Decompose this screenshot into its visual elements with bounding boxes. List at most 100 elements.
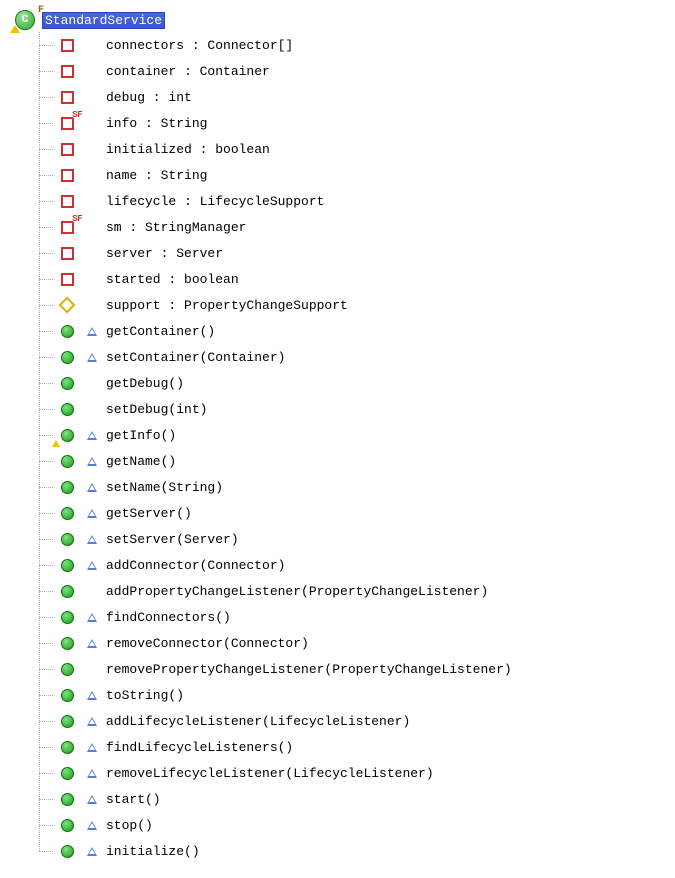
member-node[interactable]: start() bbox=[12, 786, 667, 812]
member-label: addConnector(Connector) bbox=[106, 558, 285, 573]
member-label: initialize() bbox=[106, 844, 200, 859]
default-field-icon bbox=[54, 295, 80, 315]
public-method-icon bbox=[54, 451, 80, 471]
member-node[interactable]: setServer(Server) bbox=[12, 526, 667, 552]
member-node[interactable]: lifecycle : LifecycleSupport bbox=[12, 188, 667, 214]
member-label: getName() bbox=[106, 454, 176, 469]
member-label: initialized : boolean bbox=[106, 142, 270, 157]
private-static-final-field-icon: SF bbox=[54, 217, 80, 237]
member-node[interactable]: setDebug(int) bbox=[12, 396, 667, 422]
member-label: getServer() bbox=[106, 506, 192, 521]
member-node[interactable]: getContainer() bbox=[12, 318, 667, 344]
member-label: lifecycle : LifecycleSupport bbox=[106, 194, 324, 209]
member-label: setContainer(Container) bbox=[106, 350, 285, 365]
private-field-icon bbox=[54, 61, 80, 81]
member-node[interactable]: name : String bbox=[12, 162, 667, 188]
override-marker-icon bbox=[84, 817, 100, 833]
private-field-icon bbox=[54, 191, 80, 211]
member-node[interactable]: initialized : boolean bbox=[12, 136, 667, 162]
override-marker-icon bbox=[84, 427, 100, 443]
member-label: findLifecycleListeners() bbox=[106, 740, 293, 755]
member-node[interactable]: server : Server bbox=[12, 240, 667, 266]
member-list: connectors : Connector[] container : Cont… bbox=[12, 32, 667, 864]
member-node[interactable]: SF sm : StringManager bbox=[12, 214, 667, 240]
member-node[interactable]: initialize() bbox=[12, 838, 667, 864]
member-label: started : boolean bbox=[106, 272, 239, 287]
member-node[interactable]: getInfo() bbox=[12, 422, 667, 448]
override-marker-icon bbox=[84, 349, 100, 365]
member-node[interactable]: addConnector(Connector) bbox=[12, 552, 667, 578]
public-method-icon bbox=[54, 711, 80, 731]
member-label: addPropertyChangeListener(PropertyChange… bbox=[106, 584, 488, 599]
member-label: removePropertyChangeListener(PropertyCha… bbox=[106, 662, 512, 677]
member-label: server : Server bbox=[106, 246, 223, 261]
member-label: setDebug(int) bbox=[106, 402, 207, 417]
public-method-icon bbox=[54, 503, 80, 523]
override-marker-icon bbox=[84, 323, 100, 339]
member-label: sm : StringManager bbox=[106, 220, 246, 235]
member-label: support : PropertyChangeSupport bbox=[106, 298, 348, 313]
member-node[interactable]: debug : int bbox=[12, 84, 667, 110]
public-method-icon bbox=[54, 815, 80, 835]
private-static-final-field-icon: SF bbox=[54, 113, 80, 133]
member-node[interactable]: SF info : String bbox=[12, 110, 667, 136]
private-field-icon bbox=[54, 87, 80, 107]
member-node[interactable]: removeLifecycleListener(LifecycleListene… bbox=[12, 760, 667, 786]
override-marker-icon bbox=[84, 765, 100, 781]
public-method-icon bbox=[54, 399, 80, 419]
member-node[interactable]: connectors : Connector[] bbox=[12, 32, 667, 58]
override-marker-icon bbox=[84, 635, 100, 651]
member-label: setServer(Server) bbox=[106, 532, 239, 547]
member-node[interactable]: addLifecycleListener(LifecycleListener) bbox=[12, 708, 667, 734]
member-node[interactable]: stop() bbox=[12, 812, 667, 838]
member-node[interactable]: removePropertyChangeListener(PropertyCha… bbox=[12, 656, 667, 682]
public-method-icon bbox=[54, 581, 80, 601]
private-field-icon bbox=[54, 139, 80, 159]
public-method-icon bbox=[54, 841, 80, 861]
member-node[interactable]: support : PropertyChangeSupport bbox=[12, 292, 667, 318]
member-node[interactable]: findLifecycleListeners() bbox=[12, 734, 667, 760]
member-label: getDebug() bbox=[106, 376, 184, 391]
member-node[interactable]: setName(String) bbox=[12, 474, 667, 500]
member-label: removeConnector(Connector) bbox=[106, 636, 309, 651]
public-method-icon bbox=[54, 633, 80, 653]
public-method-icon bbox=[54, 737, 80, 757]
member-node[interactable]: removeConnector(Connector) bbox=[12, 630, 667, 656]
member-label: addLifecycleListener(LifecycleListener) bbox=[106, 714, 410, 729]
override-marker-icon bbox=[84, 843, 100, 859]
public-method-icon bbox=[54, 477, 80, 497]
member-node[interactable]: started : boolean bbox=[12, 266, 667, 292]
member-label: connectors : Connector[] bbox=[106, 38, 293, 53]
member-label: info : String bbox=[106, 116, 207, 131]
private-field-icon bbox=[54, 243, 80, 263]
private-field-icon bbox=[54, 165, 80, 185]
override-marker-icon bbox=[84, 609, 100, 625]
member-node[interactable]: setContainer(Container) bbox=[12, 344, 667, 370]
member-label: removeLifecycleListener(LifecycleListene… bbox=[106, 766, 434, 781]
outline-tree[interactable]: CF StandardService connectors : Connecto… bbox=[12, 8, 667, 864]
override-marker-icon bbox=[84, 453, 100, 469]
override-marker-icon bbox=[84, 739, 100, 755]
member-label: start() bbox=[106, 792, 161, 807]
override-marker-icon bbox=[84, 557, 100, 573]
override-marker-icon bbox=[84, 713, 100, 729]
member-node[interactable]: getServer() bbox=[12, 500, 667, 526]
member-label: getContainer() bbox=[106, 324, 215, 339]
override-marker-icon bbox=[84, 687, 100, 703]
class-icon: CF bbox=[12, 10, 38, 30]
member-label: container : Container bbox=[106, 64, 270, 79]
member-node[interactable]: findConnectors() bbox=[12, 604, 667, 630]
member-node[interactable]: addPropertyChangeListener(PropertyChange… bbox=[12, 578, 667, 604]
member-node[interactable]: getName() bbox=[12, 448, 667, 474]
member-node[interactable]: getDebug() bbox=[12, 370, 667, 396]
public-method-icon bbox=[54, 321, 80, 341]
member-label: debug : int bbox=[106, 90, 192, 105]
class-node[interactable]: CF StandardService bbox=[12, 8, 667, 32]
private-field-icon bbox=[54, 35, 80, 55]
public-method-icon bbox=[54, 685, 80, 705]
public-method-icon bbox=[54, 789, 80, 809]
member-label: toString() bbox=[106, 688, 184, 703]
member-node[interactable]: container : Container bbox=[12, 58, 667, 84]
member-node[interactable]: toString() bbox=[12, 682, 667, 708]
public-method-icon bbox=[54, 607, 80, 627]
